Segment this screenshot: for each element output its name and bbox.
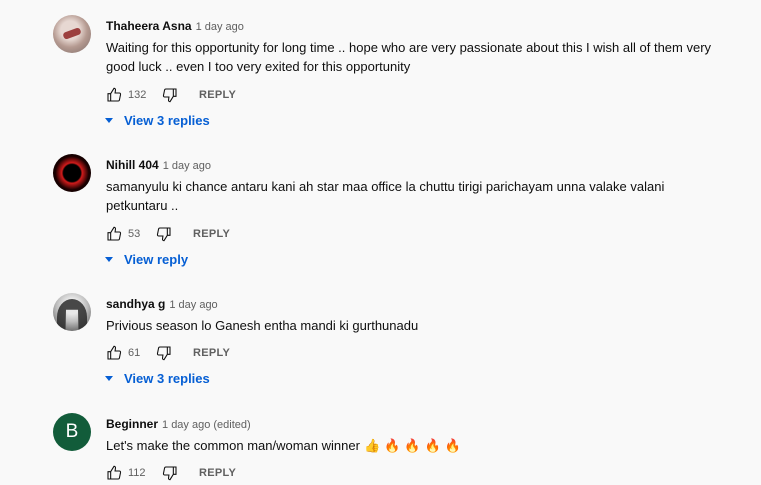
comment-text: Privious season lo Ganesh entha mandi ki…: [106, 318, 419, 333]
comment-time[interactable]: 1 day ago: [163, 160, 211, 172]
fire-emoji: 🔥: [424, 438, 441, 453]
comment-time[interactable]: 1 day ago: [169, 299, 217, 311]
view-replies-button[interactable]: View reply: [105, 251, 188, 269]
reply-button[interactable]: REPLY: [193, 228, 230, 240]
dislike-icon[interactable]: [162, 465, 178, 481]
avatar[interactable]: [53, 154, 91, 192]
view-replies-label: View 3 replies: [124, 113, 210, 128]
author-name[interactable]: Beginner: [106, 417, 158, 431]
view-replies-label: View 3 replies: [124, 371, 210, 386]
like-count: 132: [128, 89, 147, 101]
view-replies-label: View reply: [124, 252, 189, 267]
comment-text: samanyulu ki chance antaru kani ah star …: [106, 179, 665, 213]
like-icon[interactable]: [106, 345, 122, 361]
like-count: 61: [128, 347, 141, 359]
comment-text: Waiting for this opportunity for long ti…: [106, 40, 712, 74]
comment-time[interactable]: 1 day ago: [196, 21, 244, 33]
reply-button[interactable]: REPLY: [199, 467, 236, 479]
dislike-icon[interactable]: [162, 87, 178, 103]
author-name[interactable]: Thaheera Asna: [106, 19, 192, 33]
chevron-down-icon: [105, 118, 113, 124]
like-count: 112: [128, 467, 146, 479]
avatar[interactable]: [53, 293, 91, 331]
avatar-letter: B: [65, 421, 79, 442]
fire-emoji: 🔥: [444, 438, 461, 453]
reply-button[interactable]: REPLY: [193, 347, 230, 359]
dislike-icon[interactable]: [156, 226, 172, 242]
avatar[interactable]: [53, 15, 91, 53]
comment-header: Beginner 1 day ago (edited): [106, 417, 251, 432]
thumbs-up-emoji: 👍: [363, 438, 381, 453]
dislike-icon[interactable]: [156, 345, 172, 361]
comment-header: sandhya g 1 day ago: [106, 297, 218, 312]
chevron-down-icon: [105, 257, 113, 263]
chevron-down-icon: [105, 376, 113, 382]
like-icon[interactable]: [106, 87, 122, 103]
fire-emoji: 🔥: [384, 438, 401, 453]
view-replies-button[interactable]: View 3 replies: [105, 370, 210, 388]
comment-text: Let's make the common man/woman winner 👍 🔥…: [106, 436, 726, 455]
like-icon[interactable]: [106, 226, 122, 242]
author-name[interactable]: sandhya g: [106, 297, 165, 311]
like-count: 53: [128, 228, 141, 240]
like-icon[interactable]: [106, 465, 122, 481]
comment-text-body: Let's make the common man/woman winner: [106, 438, 360, 453]
comment-header: Nihill 404 1 day ago: [106, 158, 211, 173]
fire-emoji: 🔥: [404, 438, 421, 453]
comment-time[interactable]: 1 day ago (edited): [162, 419, 251, 431]
reply-button[interactable]: REPLY: [199, 89, 236, 101]
view-replies-button[interactable]: View 3 replies: [105, 112, 210, 130]
author-name[interactable]: Nihill 404: [106, 158, 159, 172]
avatar[interactable]: B: [53, 413, 91, 451]
comment-header: Thaheera Asna 1 day ago: [106, 19, 244, 34]
